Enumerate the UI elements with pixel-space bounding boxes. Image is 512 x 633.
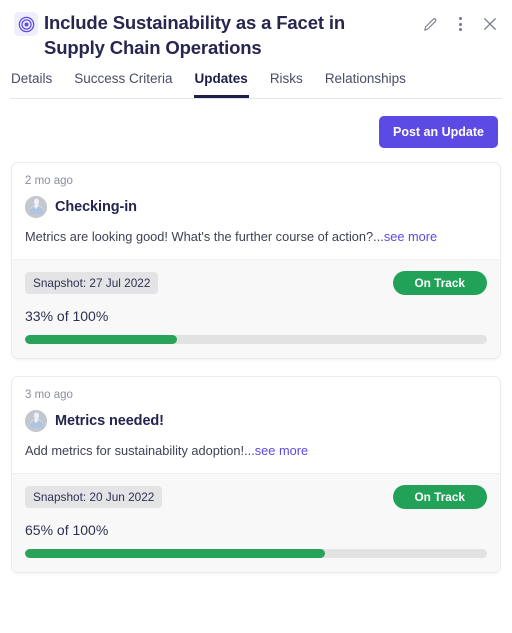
update-card[interactable]: 3 mo ago Metrics needed! Add metrics for…	[11, 376, 501, 573]
tab-details[interactable]: Details	[10, 71, 53, 98]
progress-bar	[25, 335, 487, 344]
update-author-row: Checking-in	[25, 196, 487, 218]
progress-label: 33% of 100%	[25, 308, 109, 324]
avatar	[25, 410, 47, 432]
tabs-divider	[10, 98, 502, 99]
status-badge: On Track	[392, 271, 487, 295]
update-body: Metrics are looking good! What's the fur…	[25, 228, 487, 246]
see-more-link[interactable]: see more	[384, 229, 437, 244]
tab-relationships[interactable]: Relationships	[324, 71, 407, 98]
update-body: Add metrics for sustainability adoption!…	[25, 442, 487, 460]
updates-feed: 2 mo ago Checking-in Metrics are looking…	[0, 162, 512, 633]
update-body-text: Metrics are looking good! What's the fur…	[25, 229, 384, 244]
update-body-text: Add metrics for sustainability adoption!…	[25, 443, 255, 458]
update-card-footer: Snapshot: 20 Jun 2022 On Track 65% of 10…	[12, 473, 500, 572]
update-card-footer: Snapshot: 27 Jul 2022 On Track 33% of 10…	[12, 259, 500, 358]
progress-fill	[25, 335, 178, 344]
update-author-row: Metrics needed!	[25, 410, 487, 432]
tabs-bar: Details Success Criteria Updates Risks R…	[0, 60, 512, 99]
progress-fill	[25, 549, 326, 558]
snapshot-row: Snapshot: 27 Jul 2022 On Track	[25, 271, 487, 295]
tab-risks[interactable]: Risks	[269, 71, 304, 98]
more-options-icon[interactable]	[446, 10, 474, 38]
tab-success-criteria[interactable]: Success Criteria	[73, 71, 173, 98]
close-icon[interactable]	[476, 10, 504, 38]
update-card[interactable]: 2 mo ago Checking-in Metrics are looking…	[11, 162, 501, 359]
page-title: Include Sustainability as a Facet in Sup…	[44, 12, 345, 58]
target-icon	[14, 12, 38, 36]
update-time-ago: 3 mo ago	[25, 389, 73, 401]
progress-bar	[25, 549, 487, 558]
panel-header: Include Sustainability as a Facet in Sup…	[0, 0, 512, 60]
update-card-header: 3 mo ago Metrics needed! Add metrics for…	[12, 377, 500, 473]
update-title: Checking-in	[55, 199, 137, 215]
update-title: Metrics needed!	[55, 413, 164, 429]
update-card-header: 2 mo ago Checking-in Metrics are looking…	[12, 163, 500, 259]
progress-label: 65% of 100%	[25, 522, 109, 538]
update-time-ago: 2 mo ago	[25, 175, 73, 187]
action-bar: Post an Update	[0, 99, 512, 162]
snapshot-label: Snapshot: 20 Jun 2022	[25, 486, 163, 508]
snapshot-row: Snapshot: 20 Jun 2022 On Track	[25, 485, 487, 509]
edit-pencil-icon[interactable]	[416, 10, 444, 38]
goal-detail-panel: Include Sustainability as a Facet in Sup…	[0, 0, 512, 633]
avatar	[25, 196, 47, 218]
see-more-link[interactable]: see more	[255, 443, 308, 458]
more-options-dots	[458, 17, 462, 31]
header-actions	[416, 6, 504, 38]
tab-updates[interactable]: Updates	[193, 71, 249, 98]
post-an-update-button[interactable]: Post an Update	[379, 116, 498, 148]
status-badge: On Track	[392, 485, 487, 509]
snapshot-label: Snapshot: 27 Jul 2022	[25, 272, 159, 294]
